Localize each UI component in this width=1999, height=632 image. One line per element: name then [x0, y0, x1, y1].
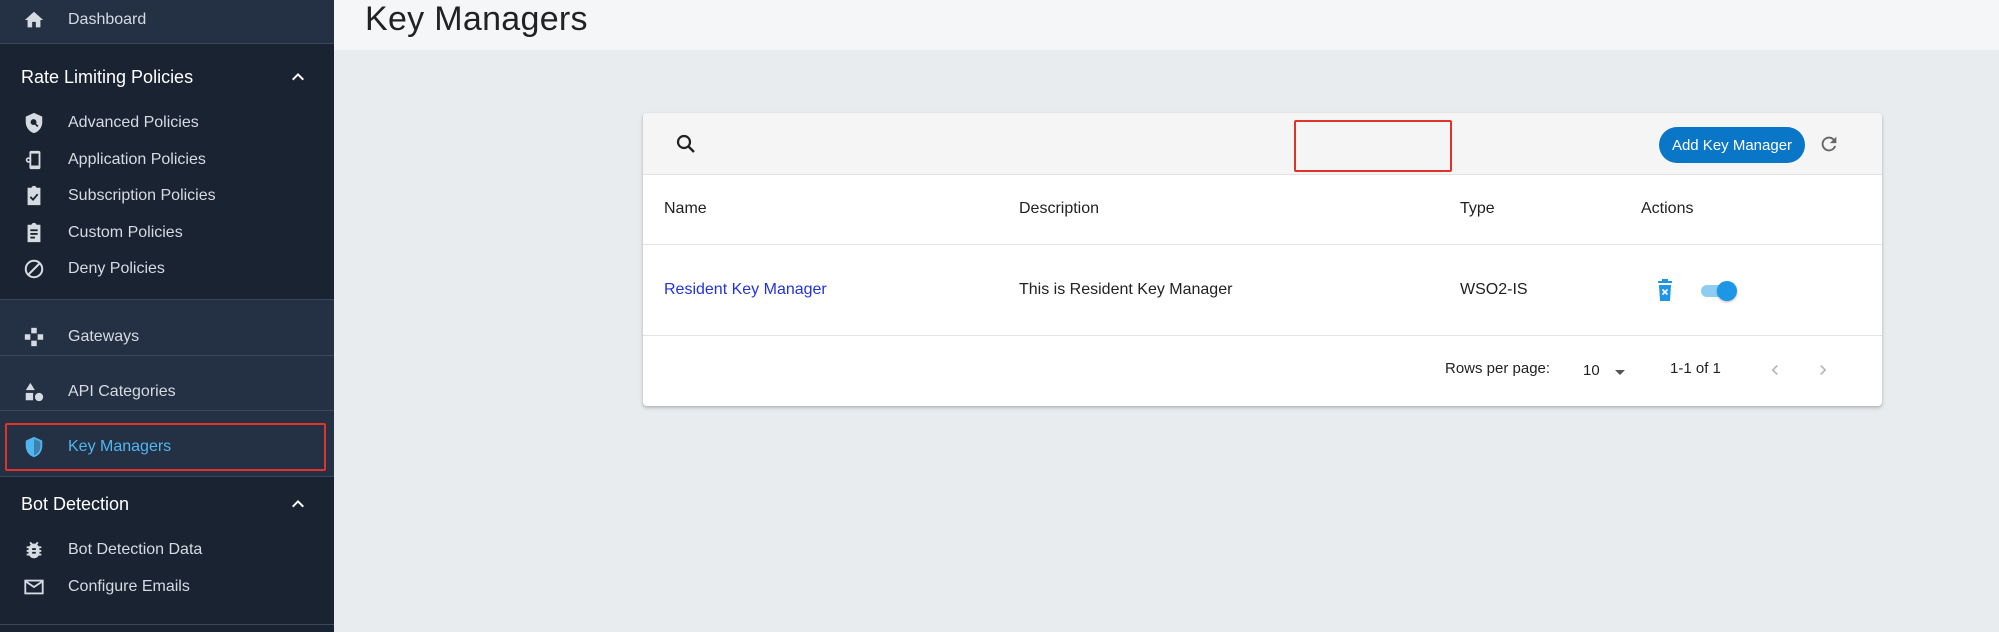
- key-manager-description: This is Resident Key Manager: [1019, 281, 1233, 298]
- chevron-right-icon[interactable]: [1809, 356, 1837, 384]
- sidebar-item-label: Advanced Policies: [68, 114, 199, 131]
- divider: [0, 624, 334, 625]
- highlight-add-key-manager: [1294, 120, 1452, 172]
- refresh-icon[interactable]: [1814, 129, 1844, 159]
- add-key-manager-button[interactable]: Add Key Manager: [1659, 127, 1805, 163]
- sidebar-item-label: Subscription Policies: [68, 187, 216, 204]
- gateway-icon: [22, 325, 46, 349]
- sidebar-section-bot-detection[interactable]: Bot Detection: [0, 484, 334, 524]
- category-shapes-icon: [22, 380, 46, 404]
- divider: [0, 355, 334, 356]
- divider: [0, 476, 334, 477]
- key-managers-table-card: Add Key Manager Name Description Type Ac…: [643, 113, 1882, 406]
- clipboard-list-icon: [22, 221, 46, 245]
- sidebar-item-label: Configure Emails: [68, 578, 190, 595]
- bug-icon: [22, 538, 46, 562]
- sidebar: Dashboard Rate Limiting Policies Advance…: [0, 0, 334, 632]
- sidebar-item-label: Application Policies: [68, 151, 206, 168]
- sidebar-item-label: Custom Policies: [68, 224, 183, 241]
- block-icon: [22, 257, 46, 281]
- sidebar-item-label: Gateways: [68, 328, 140, 345]
- divider: [643, 244, 1882, 245]
- pagination-range: 1-1 of 1: [1670, 360, 1721, 377]
- mobile-settings-icon: [22, 148, 46, 172]
- column-header-type[interactable]: Type: [1460, 200, 1495, 218]
- column-header-actions: Actions: [1641, 200, 1694, 217]
- sidebar-item-application-policies[interactable]: Application Policies: [0, 143, 334, 177]
- sidebar-item-bot-detection-data[interactable]: Bot Detection Data: [0, 533, 334, 567]
- key-manager-type: WSO2-IS: [1460, 281, 1528, 298]
- table-toolbar: Add Key Manager: [643, 113, 1882, 175]
- sidebar-item-label: Bot Detection Data: [68, 541, 203, 558]
- rows-per-page-select[interactable]: 10: [1580, 358, 1628, 382]
- sidebar-item-deny-policies[interactable]: Deny Policies: [0, 252, 334, 286]
- delete-icon[interactable]: [1653, 278, 1677, 304]
- column-header-name[interactable]: Name: [664, 200, 707, 218]
- sidebar-item-label: Dashboard: [68, 11, 147, 28]
- sidebar-item-api-categories[interactable]: API Categories: [0, 375, 334, 409]
- rows-per-page-value: 10: [1583, 361, 1600, 379]
- sidebar-item-advanced-policies[interactable]: Advanced Policies: [0, 106, 334, 140]
- column-header-description[interactable]: Description: [1019, 200, 1099, 218]
- sidebar-section-title: Rate Limiting Policies: [21, 66, 194, 87]
- home-icon: [22, 8, 46, 32]
- divider: [0, 43, 334, 44]
- divider: [0, 410, 334, 411]
- caret-down-icon: [1614, 364, 1626, 382]
- mail-icon: [22, 575, 46, 599]
- rows-per-page-label: Rows per page:: [1445, 360, 1551, 377]
- sidebar-section-rate-limiting[interactable]: Rate Limiting Policies: [0, 57, 334, 97]
- key-manager-name-link[interactable]: Resident Key Manager: [664, 281, 827, 299]
- sidebar-item-dashboard[interactable]: Dashboard: [0, 3, 334, 37]
- clipboard-check-icon: [22, 184, 46, 208]
- chevron-up-icon: [286, 492, 310, 516]
- divider: [643, 335, 1882, 336]
- sidebar-item-label: API Categories: [68, 383, 176, 400]
- sidebar-item-custom-policies[interactable]: Custom Policies: [0, 216, 334, 250]
- highlight-key-managers: [5, 423, 326, 471]
- sidebar-item-gateways[interactable]: Gateways: [0, 320, 334, 354]
- chevron-left-icon[interactable]: [1761, 356, 1789, 384]
- page-title: Key Managers: [365, 0, 588, 38]
- chevron-up-icon: [286, 65, 310, 89]
- sidebar-item-configure-emails[interactable]: Configure Emails: [0, 570, 334, 604]
- enable-toggle[interactable]: [1697, 279, 1737, 303]
- sidebar-item-label: Deny Policies: [68, 260, 165, 277]
- shield-search-icon: [22, 111, 46, 135]
- sidebar-section-title: Bot Detection: [21, 493, 130, 514]
- sidebar-item-subscription-policies[interactable]: Subscription Policies: [0, 179, 334, 213]
- search-icon[interactable]: [671, 129, 701, 159]
- toggle-thumb: [1717, 281, 1737, 301]
